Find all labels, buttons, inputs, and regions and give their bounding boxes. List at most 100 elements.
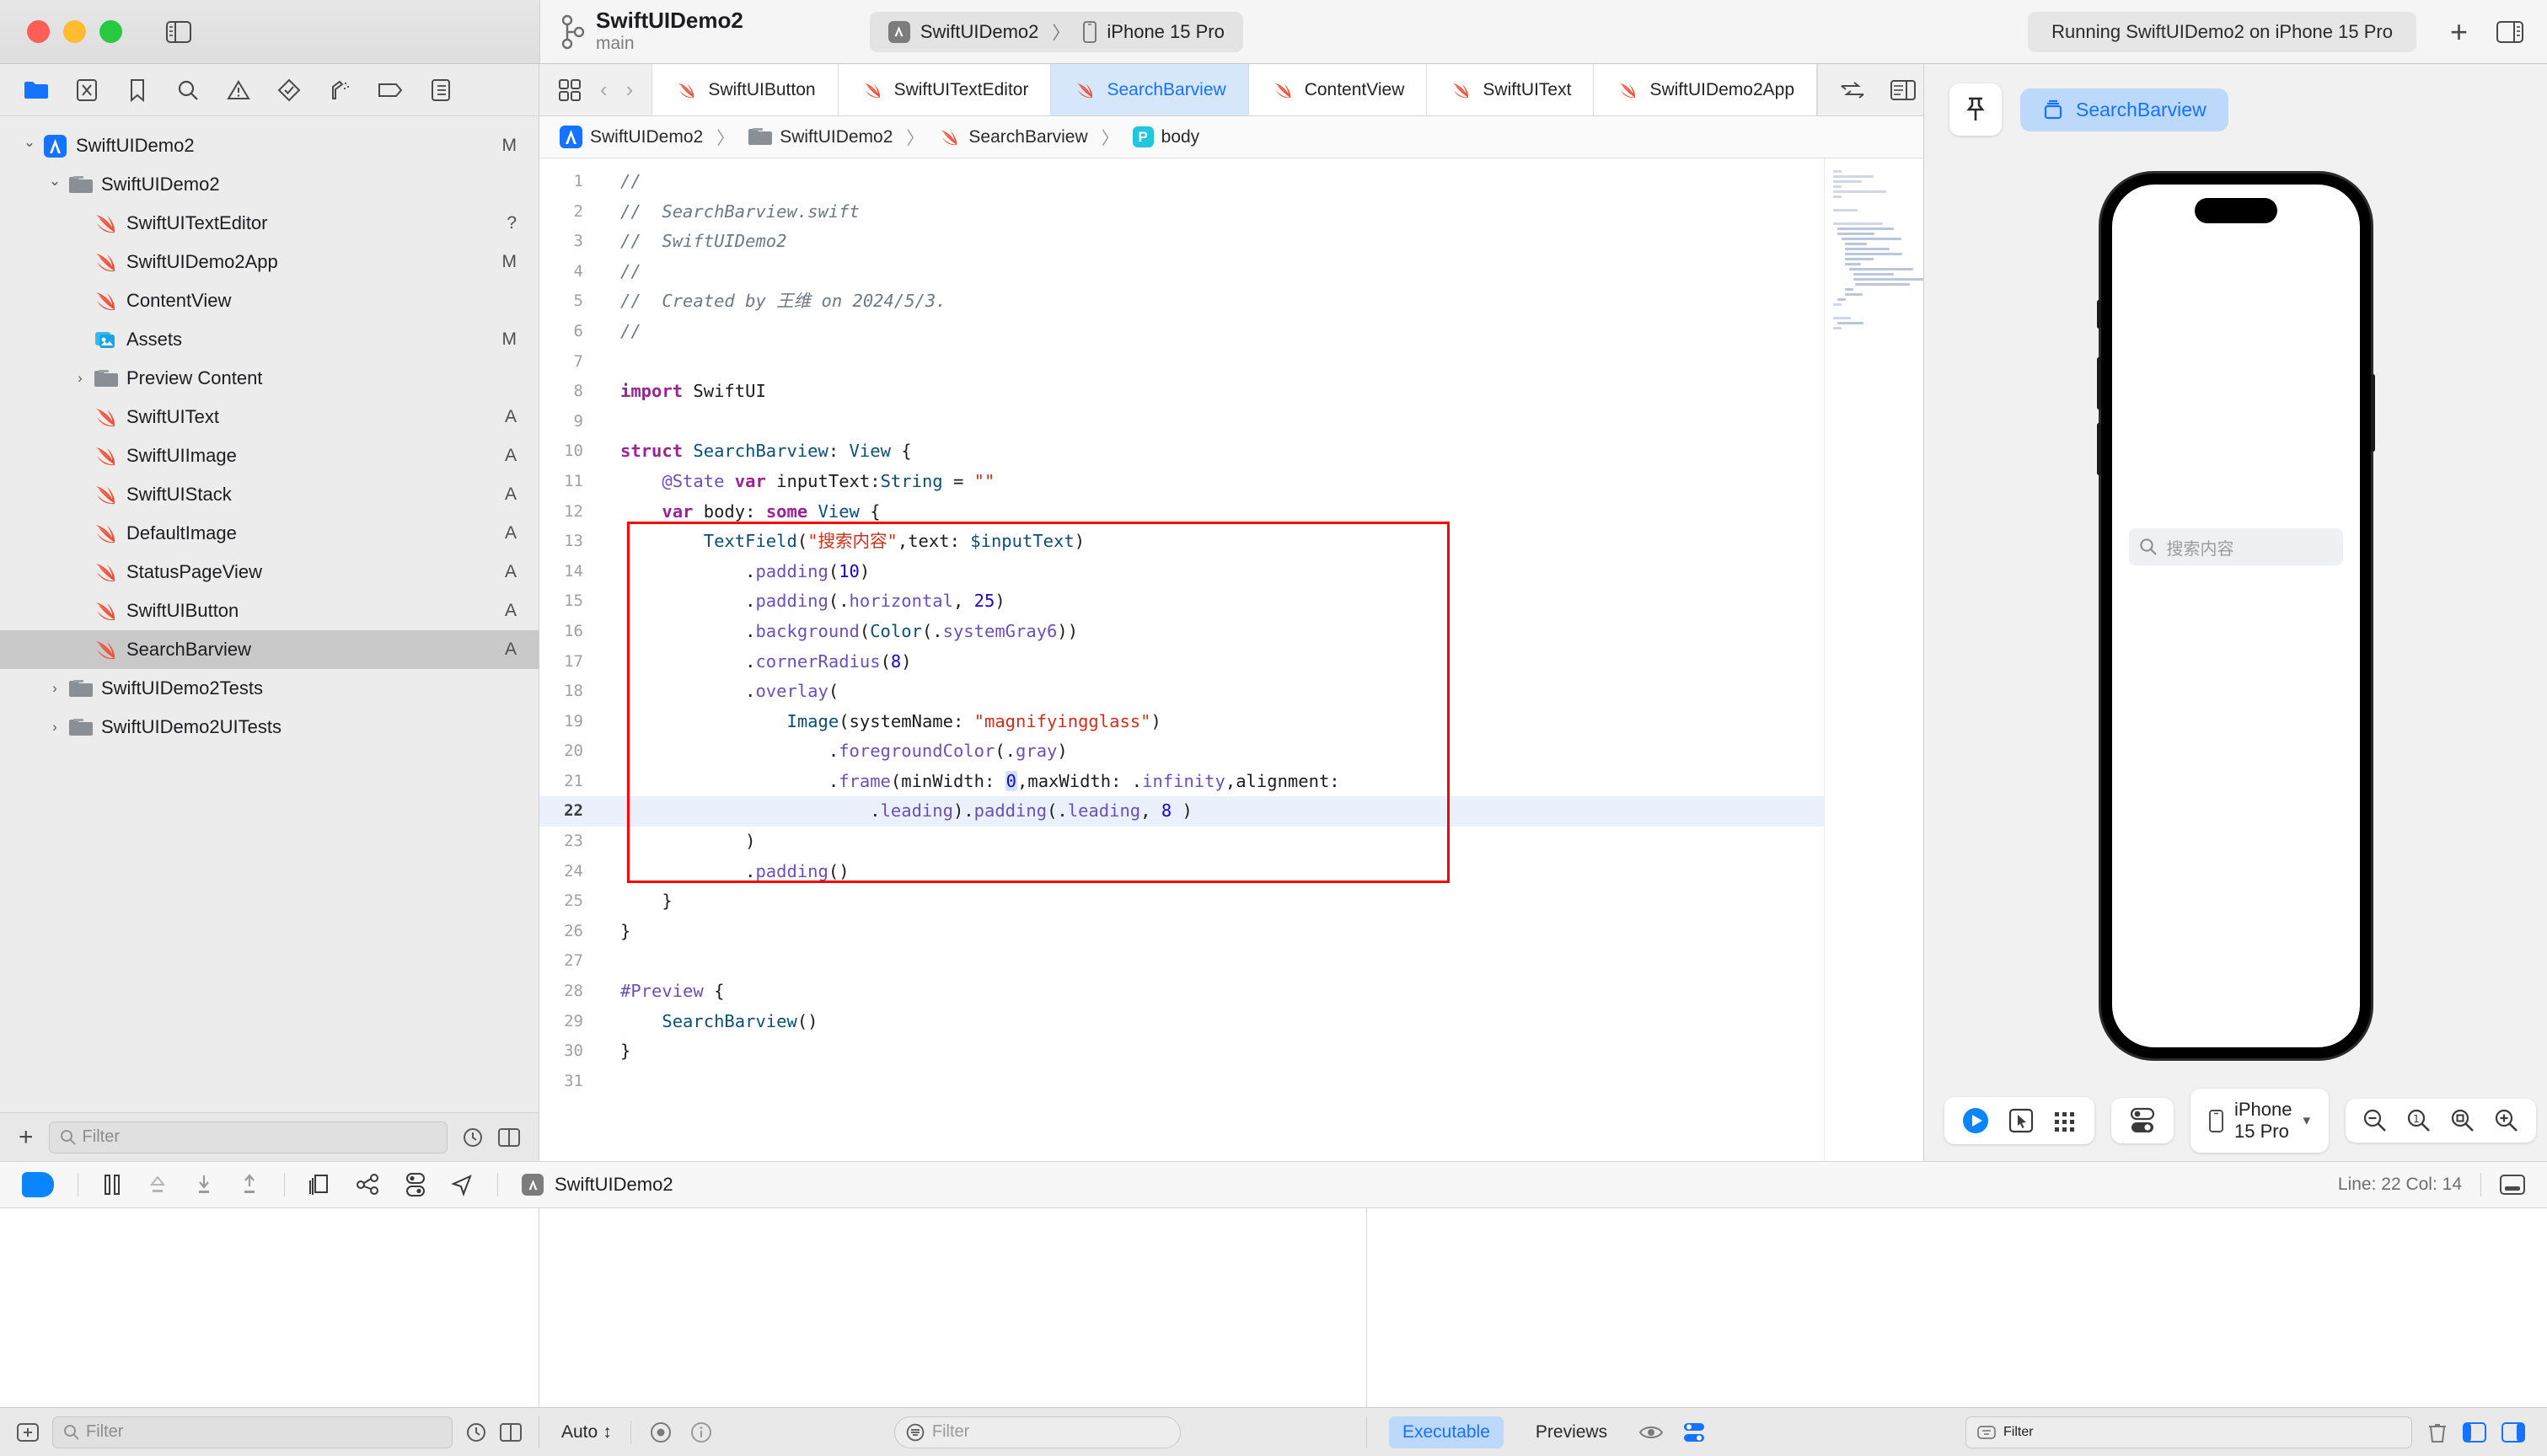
code-line[interactable]: 26} bbox=[539, 917, 1824, 947]
editor-forward-button[interactable]: › bbox=[626, 77, 634, 103]
code-line[interactable]: 22 .leading).padding(.leading, 8 ) bbox=[539, 796, 1824, 827]
editor-options-icon[interactable] bbox=[558, 78, 582, 102]
add-breakpoint-icon[interactable] bbox=[17, 1422, 39, 1442]
nav-item-swiftuitexteditor[interactable]: SwiftUITextEditor? bbox=[0, 204, 539, 243]
code-line[interactable]: 29 SearchBarview() bbox=[539, 1007, 1824, 1037]
nav-item-contentview[interactable]: ContentView bbox=[0, 281, 539, 320]
search-icon[interactable] bbox=[175, 78, 201, 103]
nav-item-statuspageview[interactable]: StatusPageView A bbox=[0, 553, 539, 592]
disclosure-open-icon[interactable]: ⌄ bbox=[19, 134, 40, 151]
console-toggle-icon[interactable] bbox=[2500, 1175, 2525, 1195]
tab-swiftuitext[interactable]: SwiftUIText bbox=[1427, 64, 1595, 115]
nav-item-swiftuitext[interactable]: SwiftUIText A bbox=[0, 398, 539, 436]
code-line[interactable]: 13 TextField("搜索内容",text: $inputText) bbox=[539, 527, 1824, 557]
minimap-toggle-icon[interactable] bbox=[1890, 79, 1917, 100]
location-icon[interactable] bbox=[450, 1173, 474, 1196]
console-pane[interactable] bbox=[539, 1208, 1367, 1407]
breadcrumb-item-body[interactable]: Pbody bbox=[1132, 126, 1199, 147]
pause-icon[interactable] bbox=[102, 1174, 122, 1196]
nav-item-assets[interactable]: Assets M bbox=[0, 320, 539, 359]
tab-swiftuitexteditor[interactable]: SwiftUITextEditor bbox=[838, 64, 1052, 115]
editor-back-button[interactable]: ‹ bbox=[600, 77, 608, 103]
trash-icon[interactable] bbox=[2427, 1421, 2448, 1443]
inspector-toggle-icon[interactable] bbox=[2496, 20, 2523, 43]
nav-item-swiftuidemo2uitests[interactable]: › SwiftUIDemo2UITests bbox=[0, 708, 539, 747]
right-panel-icon[interactable] bbox=[2501, 1421, 2525, 1443]
left-panel-icon[interactable] bbox=[2463, 1421, 2486, 1443]
navigator-filter-field[interactable]: Filter bbox=[48, 1121, 448, 1154]
code-line[interactable]: 1 // bbox=[539, 167, 1824, 197]
branch-indicator[interactable]: SwiftUIDemo2 main bbox=[540, 8, 743, 54]
disclosure-open-icon[interactable]: ⌄ bbox=[44, 173, 66, 190]
canvas-device-selector[interactable]: iPhone 15 Pro ▾ bbox=[2190, 1089, 2330, 1153]
breadcrumb-item-searchbarview[interactable]: SearchBarview bbox=[937, 126, 1088, 148]
code-line[interactable]: 3 // SwiftUIDemo2 bbox=[539, 227, 1824, 257]
code-line[interactable]: 18 .overlay( bbox=[539, 677, 1824, 707]
bookmark-icon[interactable] bbox=[125, 78, 150, 103]
nav-item-swiftuidemo2app[interactable]: SwiftUIDemo2App M bbox=[0, 243, 539, 281]
sidebar-toggle-icon[interactable] bbox=[161, 17, 196, 47]
add-file-button[interactable]: + bbox=[19, 1124, 34, 1150]
warning-icon[interactable] bbox=[226, 78, 251, 103]
code-line[interactable]: 31 bbox=[539, 1067, 1824, 1097]
preview-filter-field[interactable]: Filter bbox=[1965, 1416, 2412, 1448]
preview-name-pill[interactable]: SearchBarview bbox=[2020, 88, 2228, 131]
toggles-icon[interactable] bbox=[2128, 1107, 2157, 1134]
related-items-icon[interactable] bbox=[1840, 81, 1865, 99]
tab-swiftuidemo2app[interactable]: SwiftUIDemo2App bbox=[1594, 64, 1818, 115]
code-line[interactable]: 9 bbox=[539, 407, 1824, 437]
nav-item-swiftuibutton[interactable]: SwiftUIButton A bbox=[0, 592, 539, 630]
code-line[interactable]: 16 .background(Color(.systemGray6)) bbox=[539, 617, 1824, 647]
history-icon[interactable] bbox=[466, 1422, 486, 1443]
disclosure-closed-icon[interactable]: › bbox=[69, 370, 91, 387]
minimize-button[interactable] bbox=[63, 20, 86, 43]
variables-filter-field[interactable]: Filter bbox=[52, 1416, 453, 1448]
preview-eye-icon[interactable] bbox=[1639, 1423, 1664, 1442]
source-control-icon[interactable] bbox=[74, 78, 99, 103]
close-button[interactable] bbox=[27, 20, 50, 43]
layout-icon[interactable] bbox=[500, 1422, 522, 1442]
report-icon[interactable] bbox=[428, 78, 453, 103]
source-code[interactable]: 1 // 2 // SearchBarview.swift 3 // SwiftUIDem… bbox=[539, 158, 1824, 1096]
zoom-100-icon[interactable]: 1 bbox=[2406, 1108, 2432, 1133]
rendered-search-field[interactable]: 搜索内容 bbox=[2128, 528, 2343, 565]
code-minimap[interactable] bbox=[1824, 158, 1923, 1161]
code-line[interactable]: 15 .padding(.horizontal, 25) bbox=[539, 586, 1824, 617]
zoom-fit-icon[interactable] bbox=[2450, 1108, 2475, 1133]
memory-graph-icon[interactable] bbox=[356, 1173, 381, 1196]
code-line[interactable]: 7 bbox=[539, 347, 1824, 377]
folder-icon[interactable] bbox=[24, 78, 49, 103]
breakpoint-icon[interactable] bbox=[378, 78, 403, 103]
recent-files-icon[interactable] bbox=[463, 1127, 483, 1148]
test-icon[interactable] bbox=[276, 78, 302, 103]
nav-item-swiftuidemo2[interactable]: ⌄ SwiftUIDemo2 M bbox=[0, 126, 539, 165]
code-line[interactable]: 25 } bbox=[539, 886, 1824, 917]
code-line[interactable]: 17 .cornerRadius(8) bbox=[539, 647, 1824, 677]
code-line[interactable]: 14 .padding(10) bbox=[539, 557, 1824, 587]
continue-icon[interactable] bbox=[22, 1172, 54, 1197]
variables-pane[interactable] bbox=[0, 1208, 539, 1407]
code-line[interactable]: 24 .padding() bbox=[539, 857, 1824, 887]
scheme-selector[interactable]: SwiftUIDemo2 〉 iPhone 15 Pro bbox=[869, 11, 1243, 52]
code-line[interactable]: 20 .foregroundColor(.gray) bbox=[539, 736, 1824, 767]
code-line[interactable]: 10 struct SearchBarview: View { bbox=[539, 436, 1824, 467]
code-line[interactable]: 8 import SwiftUI bbox=[539, 377, 1824, 407]
tab-executable[interactable]: Executable bbox=[1389, 1416, 1504, 1448]
zoom-out-icon[interactable] bbox=[2362, 1108, 2388, 1133]
auto-selector[interactable]: Auto ↕ bbox=[561, 1422, 612, 1443]
pin-icon[interactable] bbox=[1949, 83, 2002, 136]
eye-icon[interactable] bbox=[650, 1421, 672, 1443]
code-line[interactable]: 23 ) bbox=[539, 827, 1824, 857]
tab-contentview[interactable]: ContentView bbox=[1248, 64, 1428, 115]
code-editor[interactable]: 1 // 2 // SearchBarview.swift 3 // SwiftUIDem… bbox=[539, 158, 1824, 1161]
debug-process[interactable]: SwiftUIDemo2 bbox=[522, 1174, 673, 1196]
preview-toggles-icon[interactable] bbox=[1681, 1421, 1707, 1443]
tab-searchbarview[interactable]: SearchBarview bbox=[1051, 64, 1249, 115]
source-control-filter-icon[interactable] bbox=[498, 1127, 520, 1147]
disclosure-closed-icon[interactable]: › bbox=[44, 719, 66, 736]
code-line[interactable]: 12 var body: some View { bbox=[539, 497, 1824, 527]
debug-icon[interactable] bbox=[327, 78, 352, 103]
code-line[interactable]: 2 // SearchBarview.swift bbox=[539, 197, 1824, 228]
step-over-icon[interactable] bbox=[146, 1174, 169, 1196]
code-line[interactable]: 5 // Created by 王维 on 2024/5/3. bbox=[539, 286, 1824, 317]
